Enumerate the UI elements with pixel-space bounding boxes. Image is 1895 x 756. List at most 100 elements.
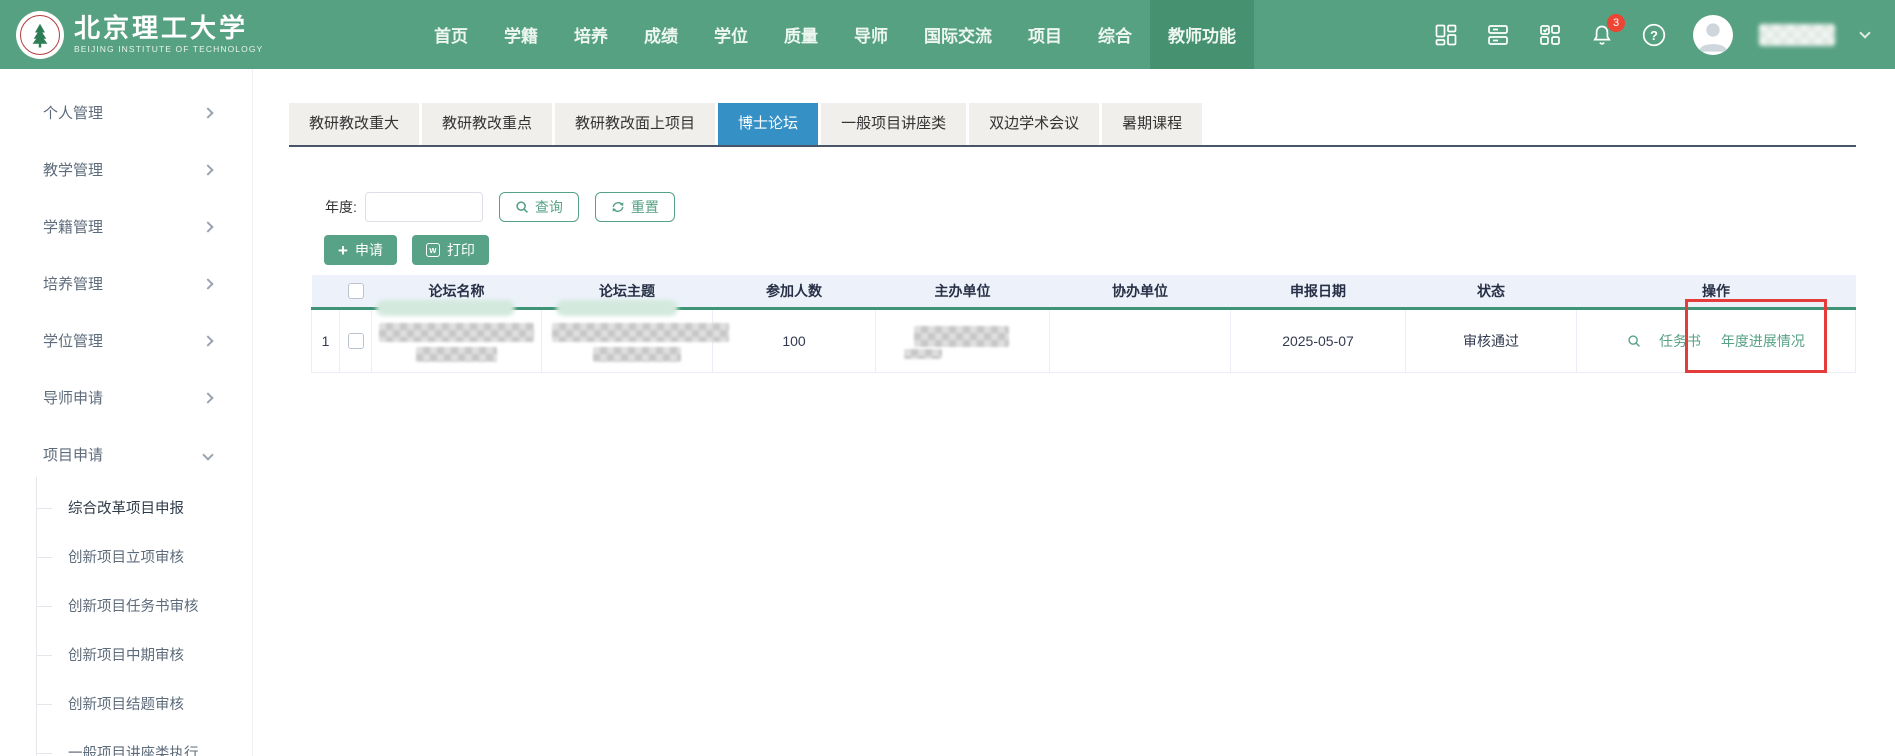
tab-4[interactable]: 一般项目讲座类	[821, 103, 966, 145]
redacted-forum-topic	[552, 323, 729, 342]
redacted-forum-name-line2	[416, 347, 497, 362]
apply-button[interactable]: + 申请	[324, 235, 397, 265]
row-checkbox[interactable]	[348, 333, 364, 349]
sidebar-item-0[interactable]: 个人管理	[0, 84, 252, 141]
sidebar-subitem-4[interactable]: 创新项目结题审核	[0, 679, 252, 728]
filter-row: 年度: 查询 重置	[311, 192, 1856, 222]
column-header-6: 状态	[1406, 275, 1577, 308]
search-button[interactable]: 查询	[499, 192, 579, 222]
row-number: 1	[312, 308, 340, 372]
sidebar-subitem-label: 一般项目讲座类执行	[68, 742, 199, 756]
search-button-label: 查询	[535, 197, 563, 217]
forum-topic-cell	[542, 308, 713, 372]
year-input[interactable]	[365, 192, 483, 222]
tab-6[interactable]: 暑期课程	[1102, 103, 1202, 145]
sidebar-item-label: 学位管理	[43, 330, 103, 351]
tab-5[interactable]: 双边学术会议	[969, 103, 1099, 145]
sidebar-subitem-label: 创新项目结题审核	[68, 693, 184, 714]
sidebar-item-5[interactable]: 导师申请	[0, 369, 252, 426]
layout-grid-icon[interactable]	[1433, 22, 1459, 48]
row-number-header	[312, 275, 340, 308]
column-header-4: 协办单位	[1050, 275, 1231, 308]
sidebar-item-6[interactable]: 项目申请	[0, 426, 252, 483]
tab-2[interactable]: 教研教改面上项目	[555, 103, 715, 145]
nav-item-5[interactable]: 质量	[766, 0, 836, 69]
redacted-host-unit-line2	[904, 349, 942, 359]
tab-1[interactable]: 教研教改重点	[422, 103, 552, 145]
apps-check-icon[interactable]	[1537, 22, 1563, 48]
notification-badge: 3	[1607, 14, 1625, 32]
sidebar-subitem-3[interactable]: 创新项目中期审核	[0, 630, 252, 679]
logo: 北京理工大学 BEIJING INSTITUTE OF TECHNOLOGY	[16, 11, 306, 59]
sidebar-subitem-label: 创新项目立项审核	[68, 546, 184, 567]
word-doc-icon: w	[426, 243, 440, 257]
top-nav: 首页学籍培养成绩学位质量导师国际交流项目综合教师功能	[416, 0, 1254, 69]
chevron-right-icon	[202, 221, 213, 232]
nav-item-4[interactable]: 学位	[696, 0, 766, 69]
table-row[interactable]: 1 100	[312, 308, 1856, 372]
top-bar: 北京理工大学 BEIJING INSTITUTE OF TECHNOLOGY 首…	[0, 0, 1895, 69]
nav-item-9[interactable]: 综合	[1080, 0, 1150, 69]
select-all-header	[340, 275, 372, 308]
sidebar-subitem-label: 综合改革项目申报	[68, 497, 184, 518]
view-icon[interactable]	[1627, 334, 1641, 348]
nav-item-0[interactable]: 首页	[416, 0, 486, 69]
nav-item-6[interactable]: 导师	[836, 0, 906, 69]
column-header-5: 申报日期	[1231, 275, 1406, 308]
username-redacted[interactable]	[1759, 24, 1835, 46]
annual-progress-link[interactable]: 年度进展情况	[1721, 333, 1805, 349]
select-all-checkbox[interactable]	[348, 283, 364, 299]
host-unit-cell	[876, 308, 1050, 372]
row-select-cell	[340, 308, 372, 372]
chevron-right-icon	[202, 164, 213, 175]
column-header-7: 操作	[1577, 275, 1856, 308]
sidebar-item-label: 培养管理	[43, 273, 103, 294]
sidebar-item-label: 项目申请	[43, 444, 103, 465]
chevron-right-icon	[202, 278, 213, 289]
tab-bar: 教研教改重大教研教改重点教研教改面上项目博士论坛一般项目讲座类双边学术会议暑期课…	[289, 103, 1856, 147]
sidebar-subitem-1[interactable]: 创新项目立项审核	[0, 532, 252, 581]
cohost-unit-cell	[1050, 308, 1231, 372]
tree-icon	[25, 20, 55, 50]
apply-date-cell: 2025-05-07	[1231, 308, 1406, 372]
tab-3[interactable]: 博士论坛	[718, 103, 818, 145]
sidebar-subtree: 综合改革项目申报创新项目立项审核创新项目任务书审核创新项目中期审核创新项目结题审…	[0, 483, 252, 756]
bell-icon[interactable]: 3	[1589, 22, 1615, 48]
svg-text:?: ?	[1650, 27, 1658, 42]
search-icon	[515, 200, 529, 214]
nav-item-3[interactable]: 成绩	[626, 0, 696, 69]
tab-0[interactable]: 教研教改重大	[289, 103, 419, 145]
server-list-icon[interactable]	[1485, 22, 1511, 48]
sidebar-item-label: 教学管理	[43, 159, 103, 180]
sidebar-item-2[interactable]: 学籍管理	[0, 198, 252, 255]
sidebar-subitem-0[interactable]: 综合改革项目申报	[0, 483, 252, 532]
sidebar-subitem-2[interactable]: 创新项目任务书审核	[0, 581, 252, 630]
logo-title: 北京理工大学	[74, 15, 263, 42]
annotation-red-box: 年度进展情况	[1705, 331, 1805, 351]
chevron-down-icon	[202, 449, 213, 460]
reset-button[interactable]: 重置	[595, 192, 675, 222]
print-button[interactable]: w 打印	[412, 235, 489, 265]
nav-item-7[interactable]: 国际交流	[906, 0, 1010, 69]
reset-button-label: 重置	[631, 197, 659, 217]
sidebar-subitem-label: 创新项目中期审核	[68, 644, 184, 665]
sidebar-subitem-5[interactable]: 一般项目讲座类执行	[0, 728, 252, 756]
logo-subtitle: BEIJING INSTITUTE OF TECHNOLOGY	[74, 45, 263, 54]
avatar[interactable]	[1693, 15, 1733, 55]
sidebar-item-3[interactable]: 培养管理	[0, 255, 252, 312]
help-icon[interactable]: ?	[1641, 22, 1667, 48]
participants-cell: 100	[713, 308, 876, 372]
sidebar-item-1[interactable]: 教学管理	[0, 141, 252, 198]
print-button-label: 打印	[447, 240, 475, 260]
task-book-link[interactable]: 任务书	[1659, 333, 1701, 349]
nav-item-10[interactable]: 教师功能	[1150, 0, 1254, 69]
redacted-forum-name	[379, 323, 534, 342]
chevron-down-icon[interactable]	[1859, 27, 1870, 38]
nav-item-2[interactable]: 培养	[556, 0, 626, 69]
nav-item-8[interactable]: 项目	[1010, 0, 1080, 69]
chevron-right-icon	[202, 335, 213, 346]
chevron-right-icon	[202, 107, 213, 118]
sidebar-item-4[interactable]: 学位管理	[0, 312, 252, 369]
nav-item-1[interactable]: 学籍	[486, 0, 556, 69]
sidebar: 个人管理教学管理学籍管理培养管理学位管理导师申请项目申请综合改革项目申报创新项目…	[0, 69, 253, 756]
